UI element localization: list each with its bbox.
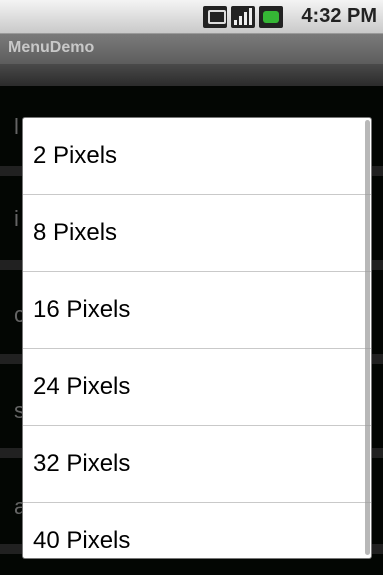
menu-item-32-pixels[interactable]: 32 Pixels bbox=[23, 426, 371, 503]
battery-icon bbox=[259, 6, 283, 28]
menu-item-2-pixels[interactable]: 2 Pixels bbox=[23, 118, 371, 195]
context-menu-popup: 2 Pixels 8 Pixels 16 Pixels 24 Pixels 32… bbox=[23, 118, 371, 558]
menu-item-label: 24 Pixels bbox=[33, 373, 131, 400]
status-bar: 4:32 PM bbox=[0, 0, 383, 34]
data-sync-icon bbox=[203, 6, 227, 28]
status-time: 4:32 PM bbox=[301, 5, 377, 27]
app-title: MenuDemo bbox=[8, 39, 95, 56]
menu-item-label: 40 Pixels bbox=[33, 527, 131, 554]
menu-item-8-pixels[interactable]: 8 Pixels bbox=[23, 195, 371, 272]
menu-scrollbar[interactable] bbox=[365, 120, 370, 555]
menu-item-label: 16 Pixels bbox=[33, 296, 131, 323]
menu-item-16-pixels[interactable]: 16 Pixels bbox=[23, 272, 371, 349]
title-shadow bbox=[0, 64, 383, 86]
menu-item-40-pixels[interactable]: 40 Pixels bbox=[23, 503, 371, 558]
app-title-bar: MenuDemo bbox=[0, 34, 383, 64]
status-icons bbox=[203, 5, 283, 29]
menu-item-label: 2 Pixels bbox=[33, 142, 118, 169]
menu-item-label: 32 Pixels bbox=[33, 450, 131, 477]
menu-item-label: 8 Pixels bbox=[33, 219, 118, 246]
menu-item-24-pixels[interactable]: 24 Pixels bbox=[23, 349, 371, 426]
signal-icon bbox=[231, 6, 255, 28]
